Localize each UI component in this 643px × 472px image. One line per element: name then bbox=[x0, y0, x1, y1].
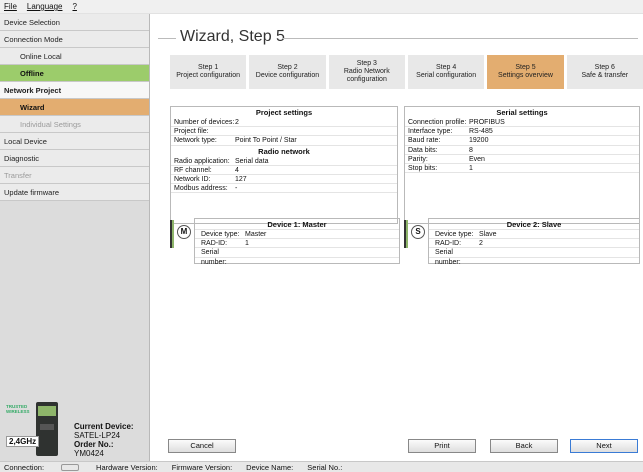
table-row: Parity: Even bbox=[405, 155, 639, 164]
table-row: Serial number: bbox=[429, 248, 639, 266]
device-name: Device Name: bbox=[246, 462, 294, 472]
table-row: Device type: Master bbox=[195, 230, 399, 240]
current-device-value: SATEL-LP24 bbox=[74, 431, 121, 440]
current-device-panel: TRUSTED WIRELESS 2,4GHz Current Device: … bbox=[0, 394, 149, 464]
device-1-panel: M Device 1: Master Device type: Master RA… bbox=[170, 218, 400, 266]
sidebar-item-offline[interactable]: Offline bbox=[0, 65, 149, 82]
serial-settings-panel: Serial settings Connection profile: PROFI… bbox=[404, 106, 640, 224]
radio-network-header: Radio network bbox=[258, 146, 310, 156]
order-no-label: Order No.: bbox=[74, 440, 114, 449]
firmware-version: Firmware Version: bbox=[171, 462, 233, 472]
project-settings-header: Project settings bbox=[255, 108, 313, 117]
menu-language[interactable]: Language bbox=[27, 2, 63, 11]
frequency-badge: 2,4GHz bbox=[6, 436, 40, 447]
sidebar-item-online-local[interactable]: Online Local bbox=[0, 48, 149, 65]
current-device-info: Current Device: SATEL-LP24 Order No.: YM… bbox=[74, 422, 134, 458]
step-5[interactable]: Step 5 Settings overview bbox=[487, 55, 564, 89]
table-row: Data bits: 8 bbox=[405, 146, 639, 155]
sidebar: Device Selection Connection Mode Online … bbox=[0, 14, 150, 464]
step-4[interactable]: Step 4 Serial configuration bbox=[407, 55, 485, 89]
serial-no: Serial No.: bbox=[307, 462, 343, 472]
table-row: Network ID: 127 bbox=[171, 175, 397, 185]
next-button[interactable]: Next bbox=[570, 439, 638, 453]
table-row: Number of devices: 2 bbox=[171, 118, 397, 128]
table-row: RF channel: 4 bbox=[171, 166, 397, 175]
device-2-panel: S Device 2: Slave Device type: Slave RAD-… bbox=[404, 218, 640, 266]
step-3[interactable]: Step 3 Radio Network configuration bbox=[328, 55, 405, 89]
back-button[interactable]: Back bbox=[490, 439, 558, 453]
print-button[interactable]: Print bbox=[408, 439, 476, 453]
wizard-steps: Step 1 Project configuration Step 2 Devi… bbox=[170, 55, 643, 89]
cancel-button[interactable]: Cancel bbox=[168, 439, 236, 453]
table-row: Network type: Point To Point / Star bbox=[171, 136, 397, 146]
project-settings-panel: Project settings Number of devices: 2 Pro… bbox=[170, 106, 398, 224]
title-rule-left bbox=[158, 38, 176, 39]
sidebar-item-diagnostic[interactable]: Diagnostic bbox=[0, 150, 149, 167]
current-device-label: Current Device: bbox=[74, 422, 134, 431]
table-row: RAD-ID: 2 bbox=[429, 239, 639, 249]
table-row: Stop bits: 1 bbox=[405, 164, 639, 174]
serial-settings-header: Serial settings bbox=[496, 108, 548, 117]
table-row: Device type: Slave bbox=[429, 230, 639, 240]
sidebar-item-update-firmware[interactable]: Update firmware bbox=[0, 184, 149, 201]
table-row: RAD-ID: 1 bbox=[195, 239, 399, 249]
hardware-version: Hardware Version: bbox=[96, 462, 158, 472]
order-no-value: YM0424 bbox=[74, 449, 104, 458]
device-1-table: Device 1: Master Device type: Master RAD-… bbox=[194, 218, 400, 266]
table-row: Modbus address: - bbox=[171, 184, 397, 194]
step-6[interactable]: Step 6 Safe & transfer bbox=[566, 55, 643, 89]
sidebar-item-network-project[interactable]: Network Project bbox=[0, 82, 149, 99]
device-image bbox=[36, 402, 58, 456]
sidebar-item-local-device[interactable]: Local Device bbox=[0, 133, 149, 150]
sidebar-item-transfer: Transfer bbox=[0, 167, 149, 184]
status-bar: Connection: Hardware Version: Firmware V… bbox=[0, 461, 643, 472]
trusted-wireless-logo: TRUSTED WIRELESS bbox=[6, 404, 30, 414]
connection-status: Connection: bbox=[4, 463, 82, 472]
page-title: Wizard, Step 5 bbox=[180, 28, 285, 45]
sidebar-item-device-selection[interactable]: Device Selection bbox=[0, 14, 149, 31]
menu-file[interactable]: File bbox=[4, 2, 17, 11]
table-row: Radio application: Serial data bbox=[171, 157, 397, 166]
step-1[interactable]: Step 1 Project configuration bbox=[170, 55, 247, 89]
sidebar-item-wizard[interactable]: Wizard bbox=[0, 99, 149, 116]
slave-icon: S bbox=[411, 225, 425, 239]
table-row: Interface type: RS-485 bbox=[405, 127, 639, 137]
connection-plug-icon bbox=[61, 464, 80, 472]
menu-bar: File Language ? bbox=[0, 0, 643, 14]
device-2-table: Device 2: Slave Device type: Slave RAD-ID… bbox=[428, 218, 640, 266]
main-content: Wizard, Step 5 Step 1 Project configurat… bbox=[150, 14, 643, 461]
table-row: Connection profile: PROFIBUS bbox=[405, 118, 639, 128]
title-rule-right bbox=[282, 38, 638, 39]
step-2[interactable]: Step 2 Device configuration bbox=[249, 55, 326, 89]
device-1-header: Device 1: Master bbox=[195, 219, 399, 230]
sidebar-item-individual-settings: Individual Settings bbox=[0, 116, 149, 133]
device-2-header: Device 2: Slave bbox=[429, 219, 639, 230]
table-row: Baud rate: 19200 bbox=[405, 136, 639, 146]
menu-help[interactable]: ? bbox=[72, 2, 76, 11]
table-row: Project file: bbox=[171, 127, 397, 137]
sidebar-item-connection-mode[interactable]: Connection Mode bbox=[0, 31, 149, 48]
master-icon: M bbox=[177, 225, 191, 239]
table-row: Serial number: bbox=[195, 248, 399, 266]
